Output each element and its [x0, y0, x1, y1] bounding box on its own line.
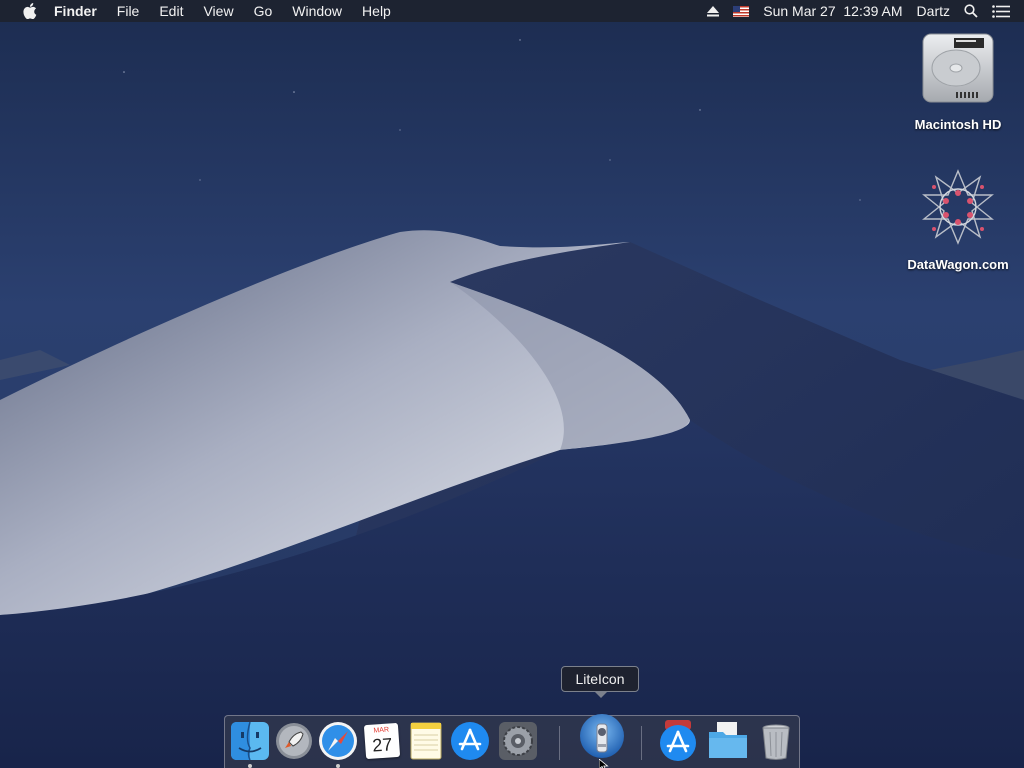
documents-folder-icon	[707, 722, 749, 766]
us-flag-icon[interactable]	[733, 5, 750, 17]
mouse-pointer-icon	[598, 757, 609, 768]
desktop-wallpaper	[0, 0, 1024, 768]
eject-icon[interactable]	[707, 5, 720, 17]
menu-go[interactable]: Go	[244, 0, 283, 22]
desktop-icon-macintosh-hd[interactable]: Macintosh HD	[898, 30, 1018, 132]
trash-icon	[755, 724, 797, 766]
calendar-icon: MAR 27	[361, 720, 403, 762]
menu-bar: Finder File Edit View Go Window Help Sun…	[0, 0, 1024, 22]
launchpad-icon	[273, 723, 315, 766]
spotlight-search-icon[interactable]	[964, 4, 978, 18]
desktop-icon-label: DataWagon.com	[907, 257, 1009, 272]
running-indicator	[336, 764, 340, 768]
menu-edit[interactable]: Edit	[149, 0, 193, 22]
dock-item-downloads[interactable]	[657, 720, 699, 762]
notes-icon	[405, 722, 447, 766]
dock-item-trash[interactable]	[755, 720, 797, 762]
user-name[interactable]: Dartz	[917, 3, 950, 19]
dock-item-system-preferences[interactable]	[497, 720, 539, 762]
dock-item-calendar[interactable]: MAR 27	[361, 720, 403, 762]
notification-center-icon[interactable]	[992, 4, 1010, 18]
app-store-icon	[449, 722, 491, 766]
apple-menu-icon[interactable]	[20, 3, 40, 19]
desktop-icon-label: Macintosh HD	[914, 117, 1002, 132]
dock-item-documents[interactable]	[707, 720, 749, 762]
dock-item-notes[interactable]	[405, 720, 447, 762]
desktop-icon-datawagon[interactable]: DataWagon.com	[898, 168, 1018, 272]
dock: MAR 27	[224, 714, 800, 768]
dock-item-finder[interactable]	[229, 720, 271, 762]
hard-drive-icon	[920, 30, 996, 111]
menu-help[interactable]: Help	[352, 0, 401, 22]
dock-item-safari[interactable]	[317, 720, 359, 762]
dock-item-app-store[interactable]	[449, 720, 491, 762]
menu-file[interactable]: File	[107, 0, 150, 22]
dock-separator	[559, 726, 560, 760]
menu-window[interactable]: Window	[282, 0, 352, 22]
datawagon-icon	[916, 168, 1000, 251]
dock-item-liteicon[interactable]	[578, 710, 626, 762]
downloads-stack-icon	[657, 720, 699, 766]
calendar-day: 27	[371, 734, 393, 756]
menu-view[interactable]: View	[193, 0, 243, 22]
system-preferences-icon	[497, 722, 539, 766]
dock-tooltip: LiteIcon	[561, 666, 639, 698]
dock-item-launchpad[interactable]	[273, 720, 315, 762]
dock-separator	[641, 726, 642, 760]
menu-app-finder[interactable]: Finder	[54, 0, 107, 22]
clock-datetime[interactable]: Sun Mar 27 12:39 AM	[763, 3, 902, 19]
running-indicator	[248, 764, 252, 768]
